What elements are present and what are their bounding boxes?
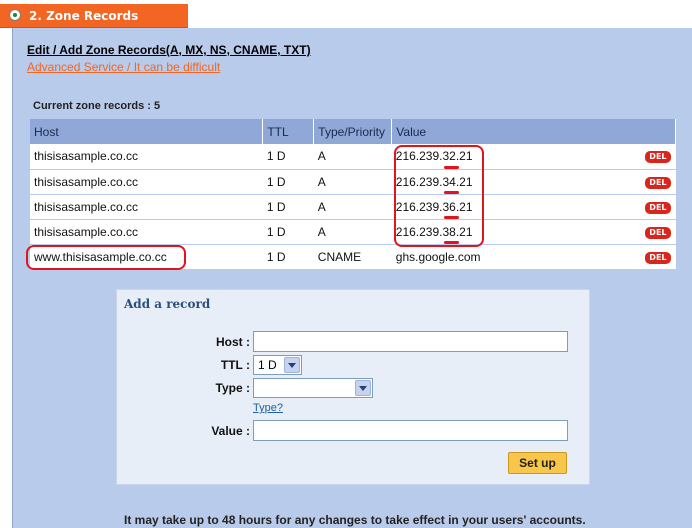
record-type: CNAME <box>313 244 392 270</box>
record-value-cell: 216.239.34.21 DEL <box>391 169 676 195</box>
add-record-title: Add a record <box>124 297 211 311</box>
record-ttl: 1 D <box>262 144 314 170</box>
delete-record-button[interactable]: DEL <box>645 201 671 214</box>
type-select[interactable] <box>253 378 373 398</box>
record-value: 216.239.36.21 <box>395 199 473 214</box>
record-type: A <box>313 194 392 220</box>
record-ttl: 1 D <box>262 244 314 270</box>
record-value-cell: 216.239.36.21 DEL <box>391 194 676 220</box>
record-value: ghs.google.com <box>395 249 481 264</box>
records-count-label: Current zone records : 5 <box>33 100 161 112</box>
type-help-link[interactable]: Type? <box>253 402 283 414</box>
table-row: thisisasample.co.cc 1 D A 216.239.38.21 … <box>30 219 676 245</box>
host-label: Host : <box>216 335 250 349</box>
record-value-cell: 216.239.32.21 DEL <box>391 144 676 170</box>
advanced-service-link[interactable]: Advanced Service / It can be difficult <box>27 60 220 74</box>
table-row: thisisasample.co.cc 1 D A 216.239.34.21 … <box>30 169 676 195</box>
record-value-cell: 216.239.38.21 DEL <box>391 219 676 245</box>
propagation-note: It may take up to 48 hours for any chang… <box>124 513 586 527</box>
section-tab[interactable]: 2. Zone Records <box>0 4 188 28</box>
record-host: thisisasample.co.cc <box>30 194 263 220</box>
record-value: 216.239.38.21 <box>395 224 473 239</box>
delete-record-button[interactable]: DEL <box>645 251 671 264</box>
record-type: A <box>313 169 392 195</box>
record-host: www.thisisasample.co.cc <box>30 244 263 270</box>
ttl-select[interactable]: 1 D <box>253 355 302 375</box>
record-host: thisisasample.co.cc <box>30 144 263 170</box>
edit-zone-records-title: Edit / Add Zone Records(A, MX, NS, CNAME… <box>27 43 311 57</box>
record-ttl: 1 D <box>262 219 314 245</box>
column-header-ttl: TTL <box>262 119 315 144</box>
column-header-value: Value <box>391 119 676 144</box>
value-label: Value : <box>211 424 250 438</box>
section-tab-title: 2. Zone Records <box>29 9 139 23</box>
column-header-host: Host <box>30 119 264 144</box>
record-type: A <box>313 219 392 245</box>
record-host: thisisasample.co.cc <box>30 219 263 245</box>
host-input[interactable] <box>253 331 568 352</box>
record-host: thisisasample.co.cc <box>30 169 263 195</box>
zone-records-page: 2. Zone Records Edit / Add Zone Records(… <box>0 0 692 528</box>
chevron-down-icon[interactable] <box>355 380 371 396</box>
expand-radio-icon[interactable] <box>9 9 21 21</box>
table-row: thisisasample.co.cc 1 D A 216.239.32.21 … <box>30 144 676 170</box>
ttl-selected-value: 1 D <box>258 358 277 372</box>
column-header-type: Type/Priority <box>313 119 393 144</box>
delete-record-button[interactable]: DEL <box>645 226 671 239</box>
record-value: 216.239.32.21 <box>395 149 473 164</box>
record-type: A <box>313 144 392 170</box>
delete-record-button[interactable]: DEL <box>645 176 671 189</box>
chevron-down-icon[interactable] <box>284 357 300 373</box>
ttl-label: TTL : <box>220 358 250 372</box>
record-ttl: 1 D <box>262 169 314 195</box>
table-row: www.thisisasample.co.cc 1 D CNAME ghs.go… <box>30 244 676 270</box>
value-input[interactable] <box>253 420 568 441</box>
zone-records-table: Host TTL Type/Priority Value thisisasamp… <box>30 119 676 270</box>
setup-button[interactable]: Set up <box>508 452 567 474</box>
record-value-cell: ghs.google.com DEL <box>391 244 676 270</box>
record-value: 216.239.34.21 <box>395 174 473 189</box>
table-row: thisisasample.co.cc 1 D A 216.239.36.21 … <box>30 194 676 220</box>
delete-record-button[interactable]: DEL <box>645 151 671 163</box>
type-label: Type : <box>215 381 250 395</box>
record-ttl: 1 D <box>262 194 314 220</box>
table-header-row: Host TTL Type/Priority Value <box>30 119 676 144</box>
